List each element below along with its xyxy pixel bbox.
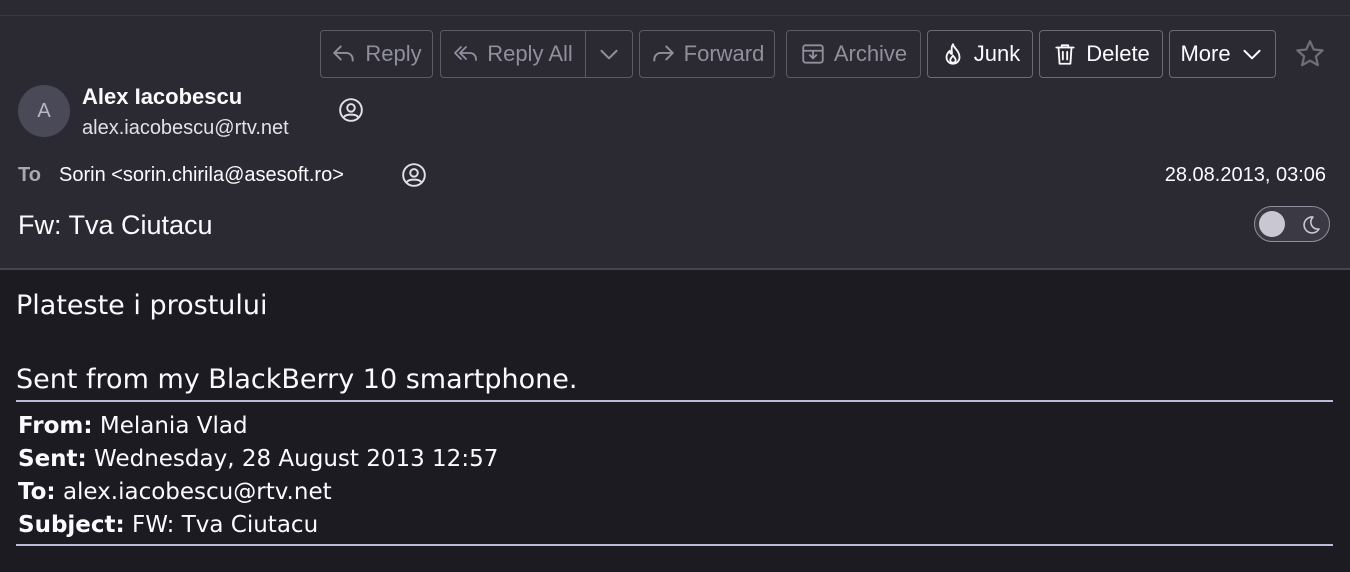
- forwarded-subject-value: FW: Tva Ciutacu: [124, 512, 319, 538]
- forwarded-sent: Sent: Wednesday, 28 August 2013 12:57: [18, 446, 498, 472]
- forwarded-sent-value: Wednesday, 28 August 2013 12:57: [86, 446, 499, 472]
- reply-button[interactable]: Reply: [320, 30, 433, 78]
- reply-label: Reply: [365, 41, 422, 66]
- archive-label: Archive: [833, 41, 908, 66]
- window-top-strip: [0, 0, 1350, 16]
- forward-icon: [653, 45, 674, 62]
- delete-button[interactable]: Delete: [1039, 30, 1163, 78]
- message-signature: Sent from my BlackBerry 10 smartphone.: [16, 364, 578, 395]
- moon-icon: [1303, 216, 1320, 234]
- more-button[interactable]: More: [1169, 30, 1276, 78]
- toggle-knob: [1259, 211, 1285, 237]
- divider: [16, 544, 1333, 546]
- contact-icon[interactable]: [401, 162, 427, 188]
- forwarded-from-value: Melania Vlad: [92, 413, 248, 439]
- avatar: A: [18, 85, 70, 137]
- message-subject: Fw: Tva Ciutacu: [18, 210, 213, 240]
- reply-all-button[interactable]: Reply All: [440, 30, 586, 78]
- forward-button[interactable]: Forward: [639, 30, 775, 78]
- trash-icon: [1055, 44, 1075, 65]
- junk-label: Junk: [973, 41, 1021, 66]
- forwarded-from: From: Melania Vlad: [18, 413, 248, 439]
- archive-icon: [802, 44, 824, 64]
- forwarded-to: To: alex.iacobescu@rtv.net: [18, 479, 332, 505]
- forwarded-subject: Subject: FW: Tva Ciutacu: [18, 512, 318, 538]
- recipient-label: To: [18, 164, 41, 186]
- forwarded-subject-label: Subject:: [18, 512, 125, 538]
- forwarded-to-value[interactable]: alex.iacobescu@rtv.net: [56, 479, 332, 505]
- message-text: Plateste i prostului: [16, 290, 268, 321]
- forward-label: Forward: [683, 41, 765, 66]
- divider: [16, 400, 1333, 402]
- recipient-value[interactable]: Sorin <sorin.chirila@asesoft.ro>: [59, 164, 344, 187]
- reply-all-dropdown-button[interactable]: [585, 30, 633, 78]
- star-icon[interactable]: [1294, 38, 1326, 70]
- delete-label: Delete: [1086, 41, 1150, 66]
- chevron-down-icon: [1243, 49, 1261, 60]
- message-date: 28.08.2013, 03:06: [1164, 164, 1326, 186]
- flame-icon: [945, 43, 961, 65]
- dark-mode-toggle[interactable]: [1254, 206, 1330, 242]
- archive-button[interactable]: Archive: [786, 30, 921, 78]
- message-header: Reply Reply All Forward Archive Junk Del…: [0, 16, 1350, 270]
- forwarded-from-label: From:: [18, 413, 93, 439]
- chevron-down-icon: [600, 49, 618, 60]
- reply-all-label: Reply All: [487, 41, 573, 66]
- message-body: Plateste i prostului Sent from my BlackB…: [0, 272, 1350, 572]
- forwarded-sent-label: Sent:: [18, 446, 87, 472]
- reply-icon: [333, 45, 355, 62]
- contact-icon[interactable]: [338, 97, 364, 123]
- more-label: More: [1180, 41, 1231, 66]
- sender-name[interactable]: Alex Iacobescu: [82, 84, 242, 110]
- sender-email[interactable]: alex.iacobescu@rtv.net: [82, 117, 289, 140]
- forwarded-to-label: To:: [18, 479, 56, 505]
- reply-all-icon: [454, 46, 478, 61]
- junk-button[interactable]: Junk: [927, 30, 1033, 78]
